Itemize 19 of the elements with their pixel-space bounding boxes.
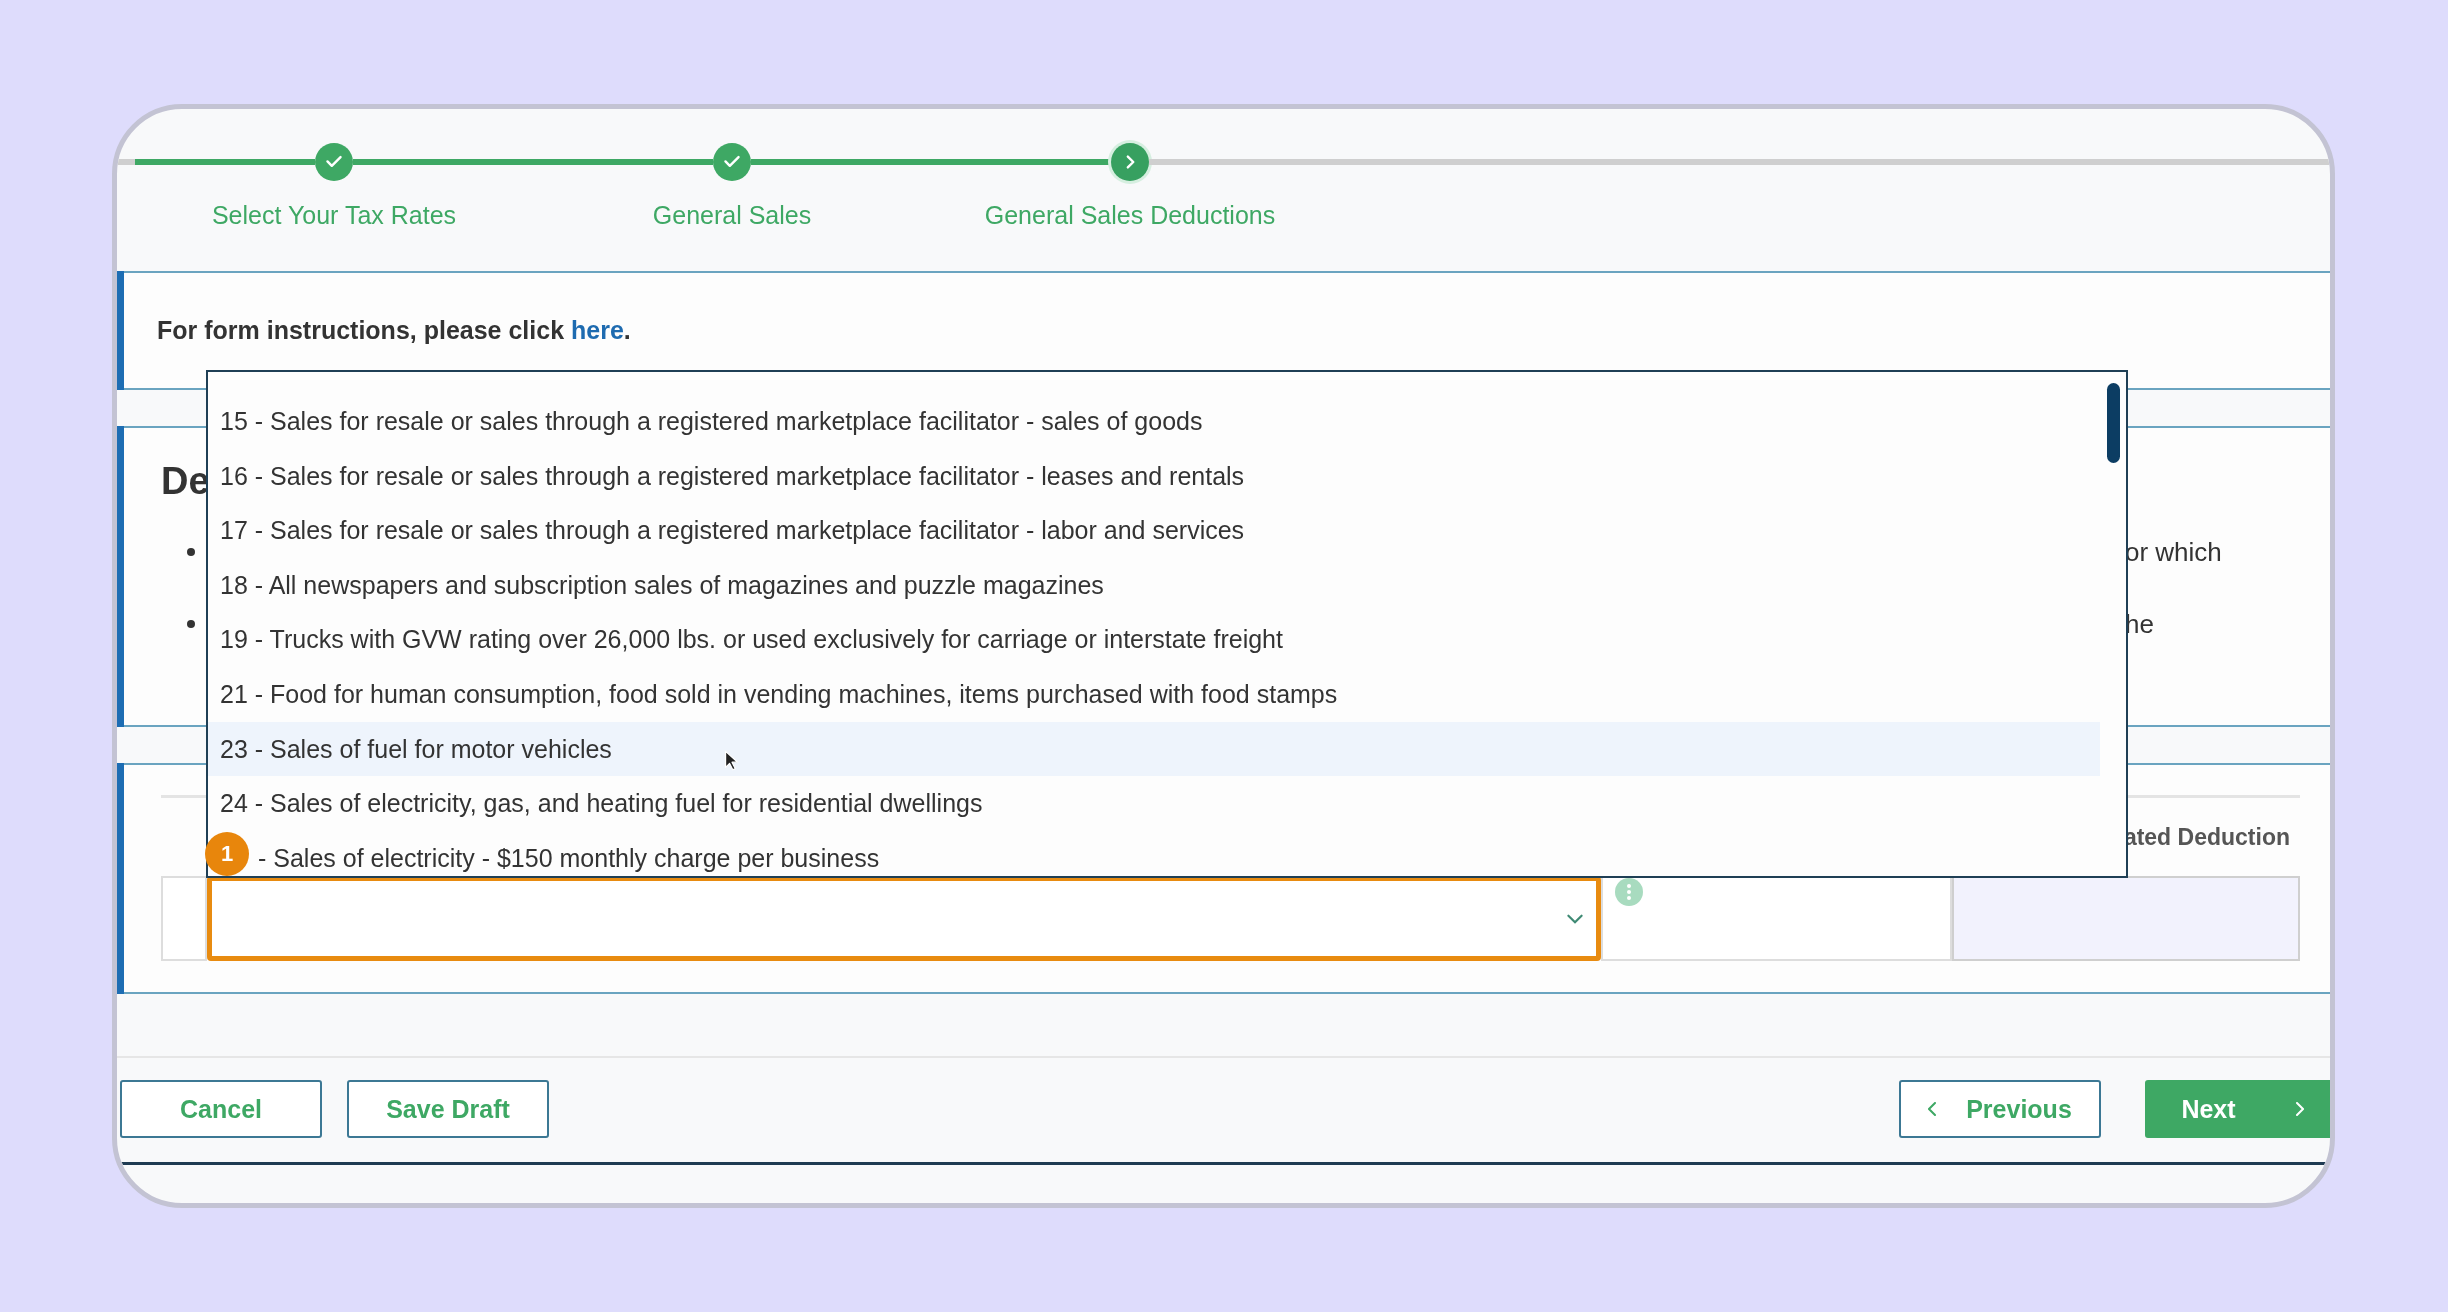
- here-link[interactable]: here: [571, 316, 624, 344]
- dropdown-option[interactable]: 23 - Sales of fuel for motor vehicles: [208, 721, 2100, 777]
- section-heading: De: [161, 460, 210, 504]
- dropdown-option[interactable]: - Sales of electricity - $150 monthly charge per business: [258, 830, 2100, 886]
- cursor-icon: [724, 749, 740, 773]
- bullet-icon: [187, 548, 195, 556]
- dropdown-option[interactable]: 21 - Food for human consumption, food sold in vending machines, items purchased with food stamps: [208, 666, 2100, 722]
- scrollbar-thumb[interactable]: [2107, 383, 2120, 463]
- instructions-text: For form instructions, please click here.: [157, 316, 631, 345]
- dropdown-option[interactable]: 24 - Sales of electricity, gas, and heating fuel for residential dwellings: [208, 776, 2100, 831]
- dropdown-option[interactable]: 15 - Sales for resale or sales through a registered marketplace facilitator - sales of goods: [208, 394, 2100, 449]
- dropdown-option[interactable]: 19 - Trucks with GVW rating over 26,000 lbs. or used exclusively for carriage or interstate freight: [208, 612, 2100, 667]
- dropdown-option[interactable]: 16 - Sales for resale or sales through a registered marketplace facilitator - leases and rentals: [208, 448, 2100, 504]
- select-field[interactable]: [206, 876, 1601, 961]
- dropdown-option[interactable]: 17 - Sales for resale or sales through a registered marketplace facilitator - labor and services: [208, 503, 2100, 558]
- chevron-right-icon: [2295, 1102, 2304, 1116]
- bullet-icon: [187, 620, 195, 628]
- dropdown-option[interactable]: 18 - All newspapers and subscription sales of magazines and puzzle magazines: [208, 557, 2100, 613]
- chevron-left-icon: [1928, 1102, 1937, 1116]
